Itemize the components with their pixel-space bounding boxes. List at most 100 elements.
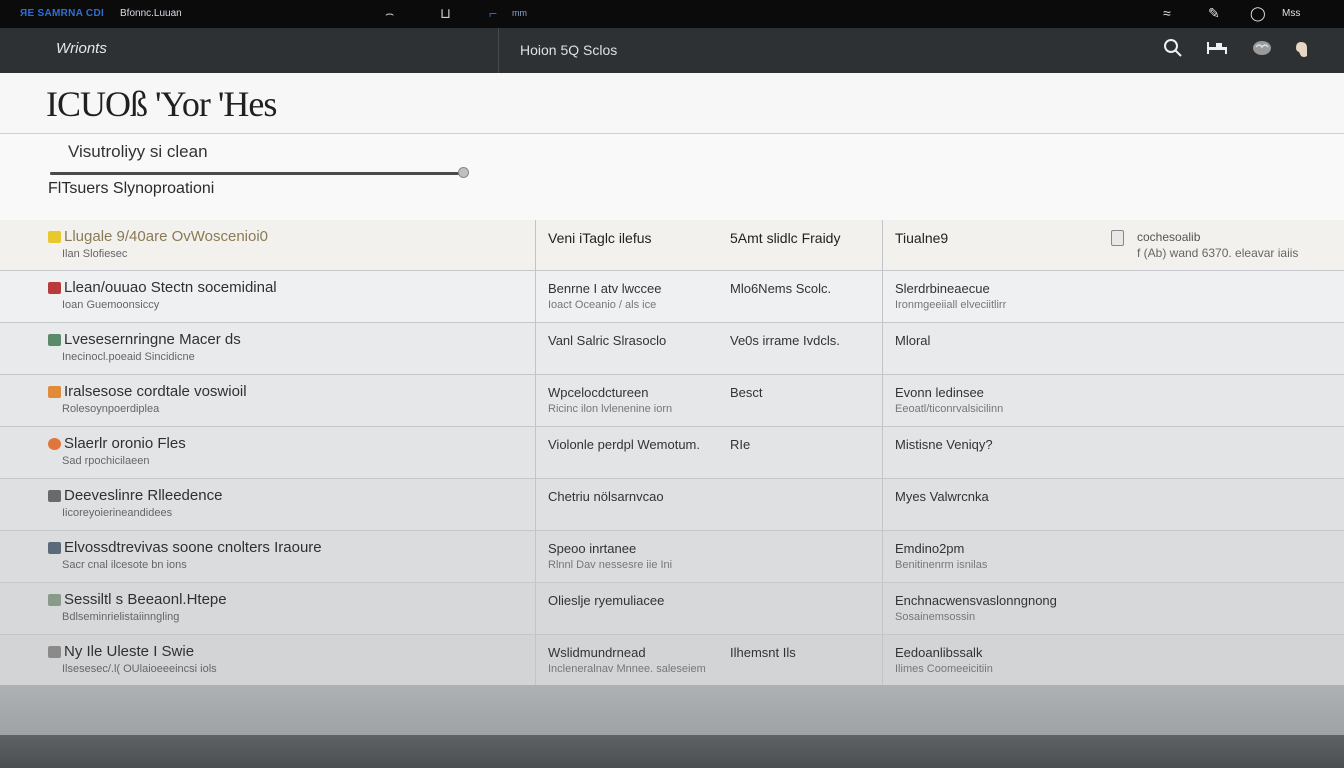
filter-panel: Visutroliyy si clean FlTsuers Slynoproat… xyxy=(0,134,1344,221)
header-divider xyxy=(498,28,499,73)
table-row[interactable]: Ny Ile Uleste I Swie Ilsesesec/.l( OUlaio… xyxy=(0,635,1344,687)
row-detail-a-sub: Rlnnl Dav nessesre iie Ini xyxy=(548,559,673,571)
table-row[interactable]: Lvesesernringne Macer ds Inecinocl.poeaid… xyxy=(0,323,1344,375)
app-subtitle: Hoion 5Q Sclos xyxy=(520,42,618,58)
row-detail-a: Chetriu nölsarnvcao xyxy=(548,489,664,504)
header-sub: Ilan Slofiesec xyxy=(62,248,128,260)
row-subtitle: Bdlseminrielistaiinngling xyxy=(62,611,180,623)
waveform-icon[interactable]: ≈ xyxy=(1163,5,1171,21)
row-subtitle: Rolesoynpoerdiplea xyxy=(62,403,160,415)
page-title: ICUOß 'Yor 'Hes xyxy=(46,84,277,124)
table-row[interactable]: Slaerlr oronio Fles Sad rpochicilaeen Viol… xyxy=(0,427,1344,479)
row-status: Eedoanlibssalk xyxy=(895,645,983,660)
row-detail-a: Wslidmundrnead xyxy=(548,645,646,660)
row-status-sub: Sosainemsossin xyxy=(895,611,976,623)
row-cell-status: Myes Valwrcnka xyxy=(883,479,1344,530)
row-cell-name: Slaerlr oronio Fles Sad rpochicilaeen xyxy=(0,427,536,478)
header-col3-extra1: cochesoalib xyxy=(1137,230,1201,244)
page-title-area: ICUOß 'Yor 'Hes xyxy=(0,73,1344,134)
system-brand-secondary: Bfonnc.Luuan xyxy=(120,8,182,19)
file-type-icon xyxy=(48,334,61,346)
system-bar: ЯE SAMRNA CDI Bfonnc.Luuan ⌢ ⊔ ⌐ mm ≈ ✎ … xyxy=(0,0,1344,28)
row-cell-details: Chetriu nölsarnvcao xyxy=(536,479,883,530)
row-detail-b: Ve0s irrame Ivdcls. xyxy=(730,333,840,348)
table-row[interactable]: Elvossdtrevivas soone cnolters Iraoure Sa… xyxy=(0,531,1344,583)
row-subtitle: Sacr cnal ilcesote bn ions xyxy=(62,559,187,571)
row-cell-details: Benrne I atv lwccee Ioact Oceanio / als i… xyxy=(536,271,883,322)
network-icon[interactable]: ⌐ xyxy=(489,5,497,21)
file-type-icon xyxy=(48,542,61,554)
header-cell-3: Tiualne9 cochesoalib f (Ab) wand 6370. e… xyxy=(883,220,1344,270)
row-cell-name: Ny Ile Uleste I Swie Ilsesesec/.l( OUlaio… xyxy=(0,635,536,686)
row-detail-a: Wpcelocdctureen xyxy=(548,385,649,400)
row-cell-details: Speoo inrtanee Rlnnl Dav nessesre iie Ini xyxy=(536,531,883,582)
file-type-icon xyxy=(48,594,61,606)
folder-icon xyxy=(48,231,61,243)
header-col2-b[interactable]: 5Amt slidlc Fraidy xyxy=(730,230,840,246)
row-cell-status: Mistisne Veniqy? xyxy=(883,427,1344,478)
row-title[interactable]: Iralsesose cordtale voswioil xyxy=(64,383,247,400)
footer-band xyxy=(0,685,1344,735)
boot-icon[interactable]: ⊔ xyxy=(440,5,451,22)
header-main[interactable]: Llugale 9/40are OvWoscenioi0 xyxy=(64,228,268,245)
filter-label: Visutroliyy si clean xyxy=(68,142,208,161)
row-cell-details: Wslidmundrnead Incleneralnav Mnnee. sales… xyxy=(536,635,883,686)
row-detail-a-sub: Incleneralnav Mnnee. saleseiem xyxy=(548,663,706,675)
hat-icon[interactable]: ⌢ xyxy=(385,5,394,22)
row-cell-status: Mloral xyxy=(883,323,1344,374)
row-detail-b: Ilhemsnt Ils xyxy=(730,645,796,660)
row-status-sub: Eeoatl/ticonrvalsicilinn xyxy=(895,403,1004,415)
row-subtitle: Ilsesesec/.l( OUlaioeeeincsi iols xyxy=(62,663,217,675)
header-col3-a[interactable]: Tiualne9 xyxy=(895,230,948,246)
hand-icon[interactable] xyxy=(1290,38,1314,62)
system-brand: ЯE SAMRNA CDI xyxy=(20,8,105,19)
row-cell-name: Sessiltl s Beeaonl.Htepe Bdlseminrielista… xyxy=(0,583,536,634)
file-type-icon xyxy=(48,646,61,658)
row-status: Enchnacwensvaslonngnong xyxy=(895,593,1057,608)
bed-icon[interactable] xyxy=(1205,38,1229,62)
search-icon[interactable] xyxy=(1161,38,1185,62)
row-detail-a-sub: Ioact Oceanio / als ice xyxy=(548,299,657,311)
app-logo[interactable]: Wrionts xyxy=(56,40,107,57)
row-cell-name: Llean/ouuao Stectn socemidinal Ioan Guemo… xyxy=(0,271,536,322)
footer-band-dark xyxy=(0,735,1344,768)
row-title[interactable]: Ny Ile Uleste I Swie xyxy=(64,643,194,660)
slider-fill xyxy=(50,172,460,175)
row-detail-b: RIe xyxy=(730,437,751,452)
row-subtitle: Iicoreyoierineandidees xyxy=(62,507,173,519)
row-title[interactable]: Elvossdtrevivas soone cnolters Iraoure xyxy=(64,539,322,556)
tray-label: Мss xyxy=(1282,8,1301,19)
visibility-slider-track[interactable] xyxy=(50,172,460,175)
row-title[interactable]: Llean/ouuao Stectn socemidinal xyxy=(64,279,277,296)
row-cell-details: Violonle perdpl Wemotum. RIe xyxy=(536,427,883,478)
row-cell-details: Vanl Salric Slrasoclo Ve0s irrame Ivdcls. xyxy=(536,323,883,374)
table-row[interactable]: Iralsesose cordtale voswioil Rolesoynpoer… xyxy=(0,375,1344,427)
row-cell-name: Iralsesose cordtale voswioil Rolesoynpoer… xyxy=(0,375,536,426)
row-detail-a: Speoo inrtanee xyxy=(548,541,637,556)
network-label: mm xyxy=(512,8,527,18)
row-detail-a: Violonle perdpl Wemotum. xyxy=(548,437,700,452)
file-type-icon xyxy=(48,490,61,502)
row-detail-b: Mlo6Nems Scolc. xyxy=(730,281,832,296)
row-title[interactable]: Deeveslinre Rlleedence xyxy=(64,487,222,504)
row-title[interactable]: Lvesesernringne Macer ds xyxy=(64,331,241,348)
table-body: Llean/ouuao Stectn socemidinal Ioan Guemo… xyxy=(0,271,1344,687)
table-row[interactable]: Deeveslinre Rlleedence Iicoreyoierineandi… xyxy=(0,479,1344,531)
table-header-row: Llugale 9/40are OvWoscenioi0 Ilan Slofie… xyxy=(0,220,1344,271)
clock-icon[interactable]: ◯ xyxy=(1250,5,1266,22)
row-title[interactable]: Sessiltl s Beeaonl.Htepe xyxy=(64,591,227,608)
table-row[interactable]: Llean/ouuao Stectn socemidinal Ioan Guemo… xyxy=(0,271,1344,323)
brain-icon[interactable] xyxy=(1250,38,1274,62)
row-status-sub: Ironmgeeiiall elveciitlirr xyxy=(895,299,1007,311)
header-col2-a[interactable]: Veni iTaglc ilefus xyxy=(548,230,652,246)
table-row[interactable]: Sessiltl s Beeaonl.Htepe Bdlseminrielista… xyxy=(0,583,1344,635)
visibility-slider-thumb[interactable] xyxy=(458,167,469,178)
row-cell-status: Eedoanlibssalk Ilimes Coomeeicitiin xyxy=(883,635,1344,686)
row-title[interactable]: Slaerlr oronio Fles xyxy=(64,435,186,452)
row-status-sub: Benitinenrm isnilas xyxy=(895,559,988,571)
pen-icon[interactable]: ✎ xyxy=(1208,5,1220,22)
header-cell-2: Veni iTaglc ilefus 5Amt slidlc Fraidy xyxy=(536,220,883,270)
row-cell-name: Elvossdtrevivas soone cnolters Iraoure Sa… xyxy=(0,531,536,582)
row-cell-name: Lvesesernringne Macer ds Inecinocl.poeaid… xyxy=(0,323,536,374)
row-detail-a-sub: Ricinc ilon lvlenenine iorn xyxy=(548,403,673,415)
